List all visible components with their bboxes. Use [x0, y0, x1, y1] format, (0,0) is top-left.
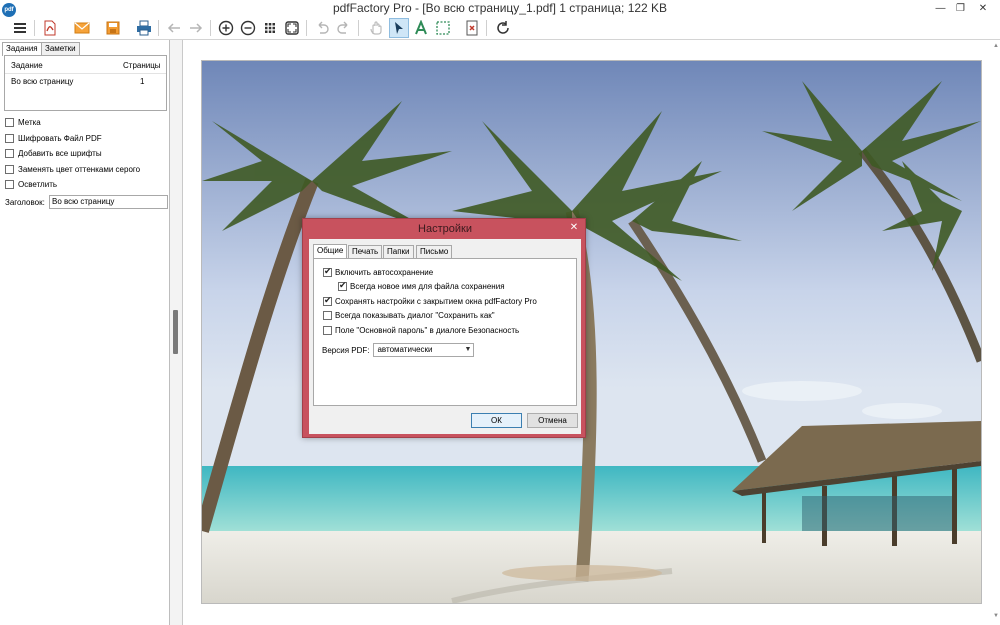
save-settings-checkbox[interactable]: Сохранять настройки с закрытием окна pdf… [323, 295, 537, 307]
job-name: Во всю страницу [11, 77, 74, 86]
checkbox-checked[interactable] [323, 266, 332, 277]
checkbox[interactable] [323, 310, 332, 320]
checkbox[interactable] [5, 164, 14, 174]
toolbar-separator [158, 20, 159, 36]
checkbox-checked[interactable] [338, 280, 347, 291]
dialog-body: Общие Печать Папки Письмо Включить автос… [309, 239, 581, 434]
option-label: Поле "Основной пароль" в диалоге Безопас… [335, 325, 520, 335]
autosave-checkbox[interactable]: Включить автосохранение [323, 266, 433, 278]
splitter-grip[interactable] [173, 310, 178, 354]
pdf-version-row: Версия PDF: автоматически ▼ [322, 343, 475, 357]
text-tool-icon[interactable] [411, 18, 431, 38]
save-icon[interactable] [103, 18, 123, 38]
option-label: Осветлить [18, 179, 58, 189]
option-label: Всегда новое имя для файла сохранения [350, 281, 505, 291]
job-pages: 1 [140, 77, 145, 86]
tab-print[interactable]: Печать [348, 245, 383, 258]
print-icon[interactable] [134, 18, 154, 38]
option-label: Добавить все шрифты [18, 148, 102, 158]
close-window-button[interactable]: ✕ [968, 0, 998, 17]
thumbnails-grid-icon[interactable] [260, 18, 280, 38]
toolbar-separator [486, 20, 487, 36]
toolbar-separator [358, 20, 359, 36]
option-label: Всегда показывать диалог "Сохранить как" [335, 310, 495, 320]
toolbar [0, 17, 1000, 39]
pdf-version-value: автоматически [377, 345, 433, 354]
table-row[interactable]: Во всю страницу 1 [5, 77, 166, 88]
back-arrow-icon[interactable] [164, 18, 184, 38]
select-arrow-icon[interactable] [389, 18, 409, 38]
column-header-pages[interactable]: Страницы [123, 61, 161, 70]
checkbox[interactable] [5, 133, 14, 143]
delete-page-icon[interactable] [462, 18, 482, 38]
option-label-checkbox[interactable]: Метка [5, 116, 41, 128]
option-label: Сохранять настройки с закрытием окна pdf… [335, 296, 537, 306]
toolbar-separator [306, 20, 307, 36]
column-header-job[interactable]: Задание [11, 61, 43, 70]
panel-splitter[interactable] [170, 40, 182, 625]
refresh-icon[interactable] [493, 18, 513, 38]
fit-page-icon[interactable] [282, 18, 302, 38]
pdf-version-select[interactable]: автоматически ▼ [373, 343, 475, 357]
left-panel: Задания Заметки Задание Страницы Во всю … [0, 40, 170, 625]
redo-icon[interactable] [334, 18, 354, 38]
document-header-row: Заголовок: Во всю страницу [5, 195, 168, 209]
scroll-down-icon[interactable]: ▼ [993, 613, 999, 619]
checkbox-checked[interactable] [323, 295, 332, 306]
window-title: pdfFactory Pro - [Во всю страницу_1.pdf]… [332, 1, 668, 15]
jobs-list[interactable]: Задание Страницы Во всю страницу 1 [4, 55, 167, 111]
hand-tool-icon[interactable] [366, 18, 386, 38]
option-label: Заменять цвет оттенками серого [18, 164, 141, 174]
toolbar-separator [210, 20, 211, 36]
undo-icon[interactable] [312, 18, 332, 38]
show-save-as-checkbox[interactable]: Всегда показывать диалог "Сохранить как" [323, 309, 495, 321]
email-icon[interactable] [72, 18, 92, 38]
option-encrypt-checkbox[interactable]: Шифровать Файл PDF [5, 132, 102, 144]
checkbox[interactable] [5, 117, 14, 127]
general-settings-panel: Включить автосохранение Всегда новое имя… [313, 258, 577, 406]
new-filename-checkbox[interactable]: Всегда новое имя для файла сохранения [338, 280, 505, 292]
tab-folders[interactable]: Папки [383, 245, 414, 258]
chevron-down-icon: ▼ [464, 346, 472, 353]
pdffactory-logo-icon[interactable]: pdf [2, 3, 16, 17]
tab-jobs[interactable]: Задания [2, 42, 42, 56]
vertical-scrollbar[interactable]: ▲ ▼ [993, 43, 999, 623]
option-lighten-checkbox[interactable]: Осветлить [5, 178, 57, 190]
option-embed-fonts-checkbox[interactable]: Добавить все шрифты [5, 147, 102, 159]
scroll-up-icon[interactable]: ▲ [993, 43, 999, 49]
zoom-in-icon[interactable] [216, 18, 236, 38]
zoom-out-icon[interactable] [238, 18, 258, 38]
ok-button[interactable]: ОК [471, 413, 522, 428]
option-label: Метка [18, 117, 41, 127]
title-bar: pdf pdfFactory Pro - [Во всю страницу_1.… [0, 0, 1000, 40]
pdf-file-icon[interactable] [40, 18, 60, 38]
menu-icon[interactable] [10, 18, 30, 38]
checkbox[interactable] [323, 325, 332, 335]
option-grayscale-checkbox[interactable]: Заменять цвет оттенками серого [5, 163, 140, 175]
settings-dialog: Настройки ✕ Общие Печать Папки Письмо Вк… [302, 218, 586, 438]
checkbox[interactable] [5, 179, 14, 189]
jobs-header: Задание Страницы [5, 61, 166, 72]
toolbar-separator [34, 20, 35, 36]
header-label: Заголовок: [5, 197, 45, 207]
header-divider [5, 73, 166, 74]
option-label: Включить автосохранение [335, 267, 434, 277]
marquee-select-icon[interactable] [433, 18, 453, 38]
tab-notes[interactable]: Заметки [41, 42, 80, 55]
tab-email[interactable]: Письмо [416, 245, 453, 258]
dialog-close-button[interactable]: ✕ [566, 221, 582, 235]
tab-general[interactable]: Общие [313, 244, 348, 258]
cancel-button[interactable]: Отмена [527, 413, 578, 428]
dialog-title: Настройки [418, 223, 472, 235]
master-password-checkbox[interactable]: Поле "Основной пароль" в диалоге Безопас… [323, 324, 519, 336]
header-input[interactable]: Во всю страницу [49, 195, 168, 209]
checkbox[interactable] [5, 148, 14, 158]
pdf-version-label: Версия PDF: [322, 345, 370, 355]
forward-arrow-icon[interactable] [186, 18, 206, 38]
option-label: Шифровать Файл PDF [18, 133, 102, 143]
